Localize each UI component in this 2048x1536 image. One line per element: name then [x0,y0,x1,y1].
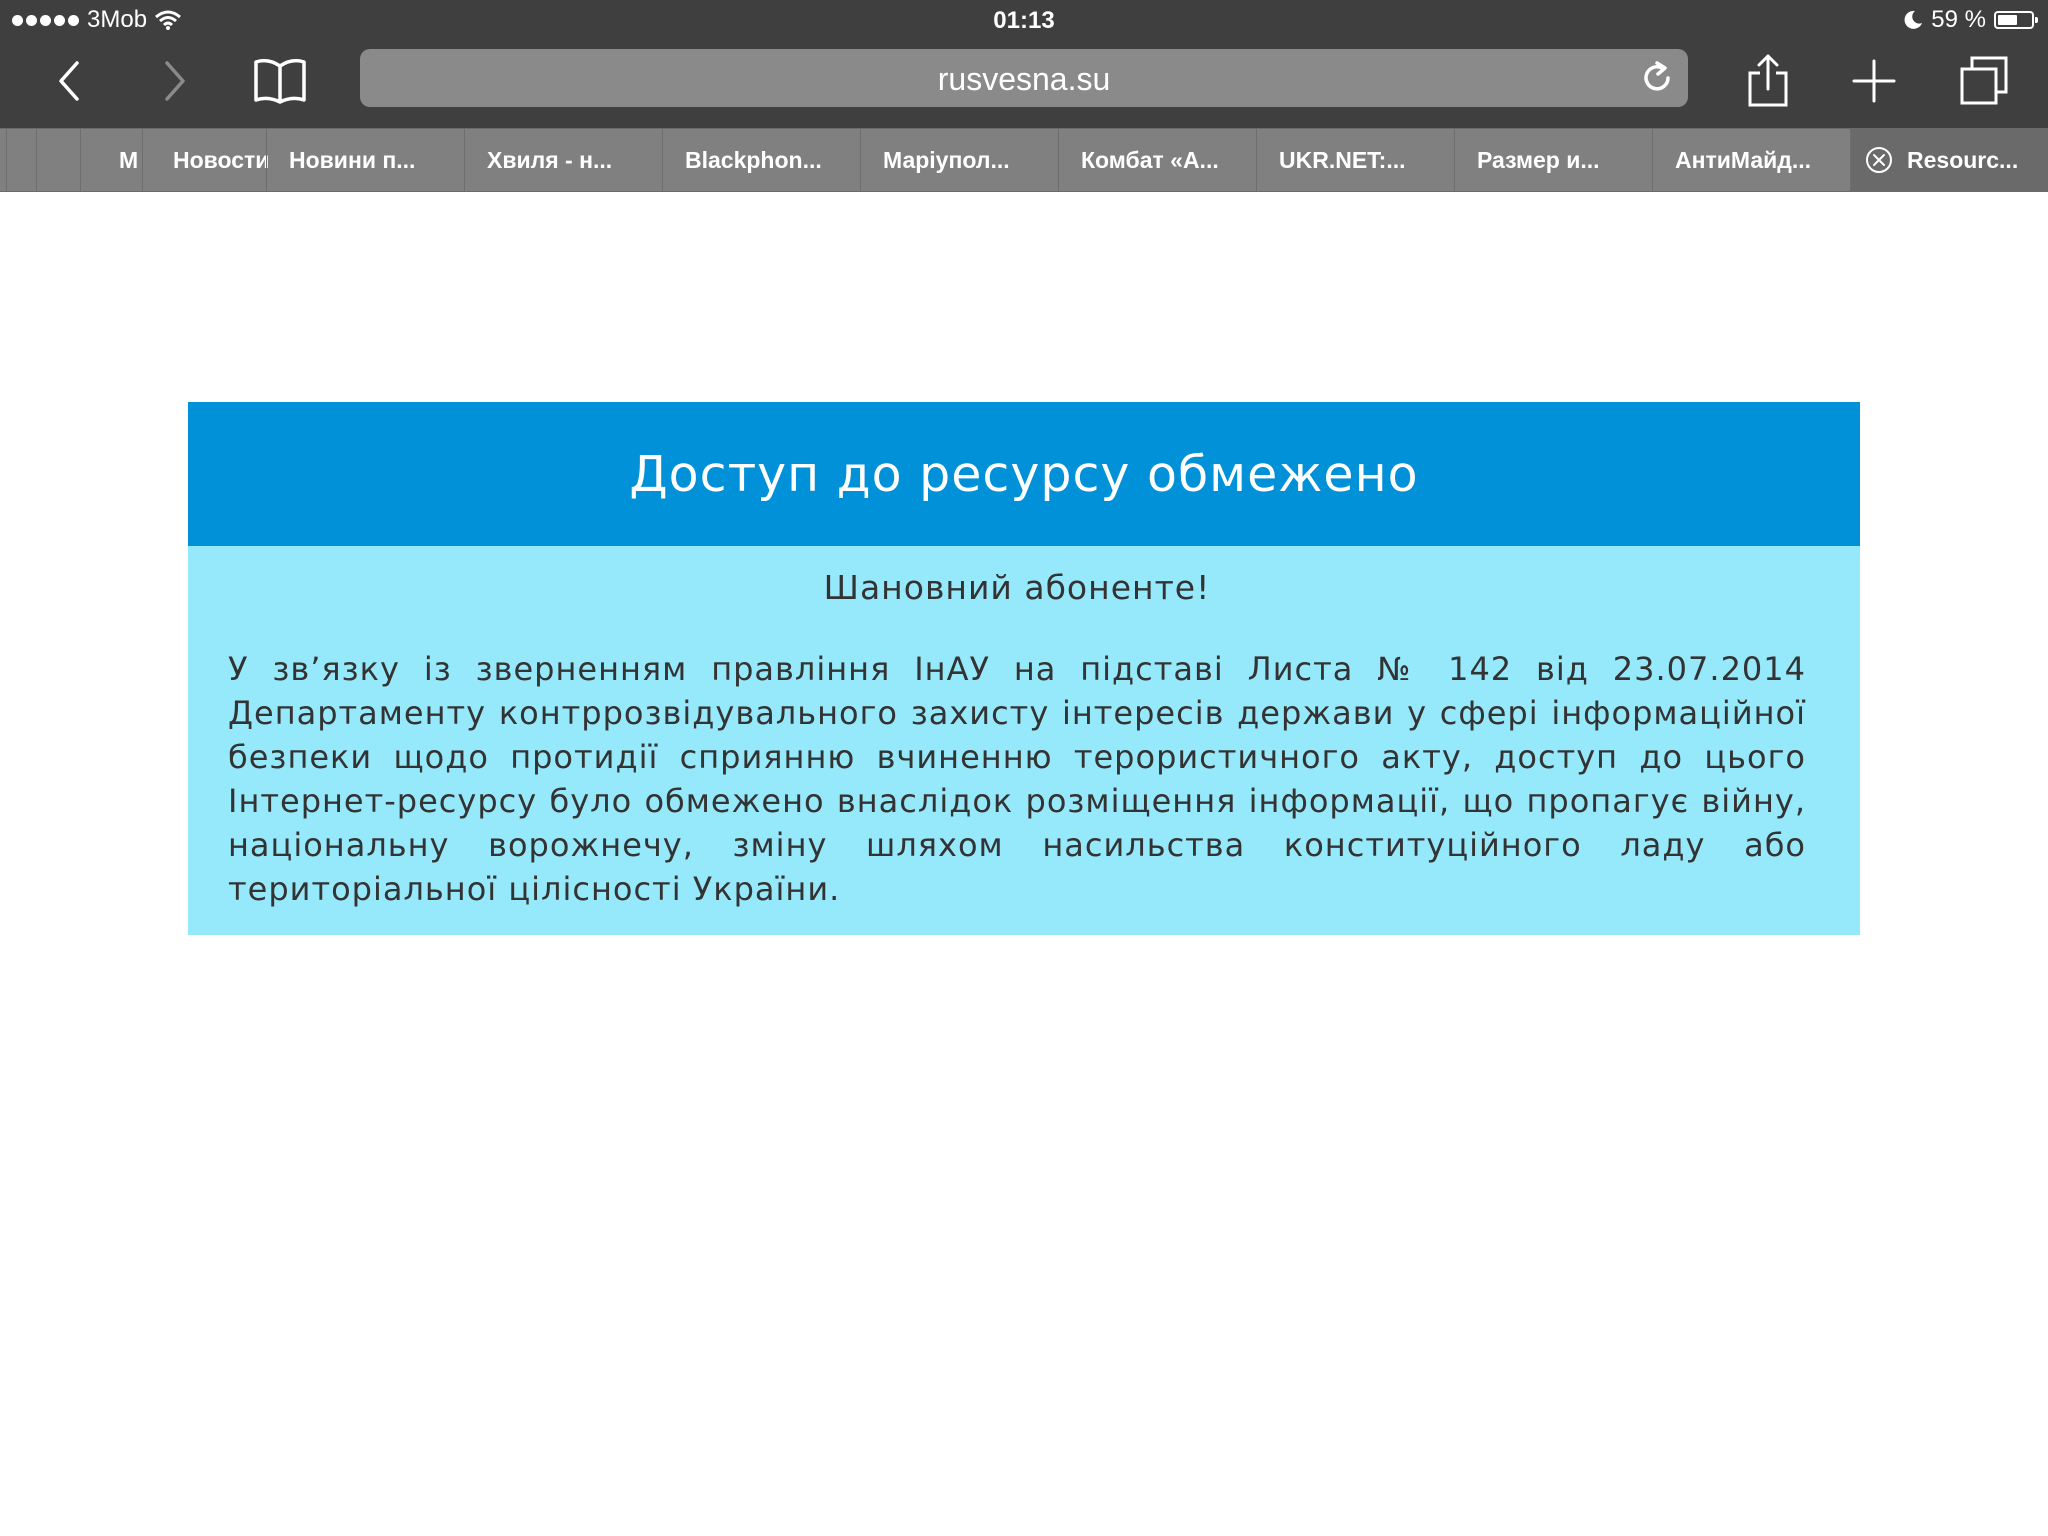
tab-stack-edge[interactable] [36,129,80,191]
tab-stack-edge[interactable] [6,129,36,191]
battery-level-fill [1998,15,2017,25]
tab-item-label: Resourc... [1907,147,2019,173]
browser-toolbar: rusvesna.su [0,40,2048,128]
tab-item[interactable]: Новости [142,129,268,191]
tab-item[interactable]: М [80,129,142,191]
bookmarks-icon [254,58,306,104]
tab-item[interactable]: Blackphon... [662,129,860,191]
tab-item[interactable]: АнтиМайд... [1652,129,1850,191]
battery-icon [1994,11,2038,29]
tab-item[interactable]: Новини п... [266,129,464,191]
tab-item-active[interactable]: Resourc... [1850,129,2048,191]
do-not-disturb-moon-icon [1904,10,1923,29]
access-restricted-notice: Доступ до ресурсу обмежено Шановний абон… [188,402,1860,935]
status-bar: 3Mob 01:13 59 % [0,0,2048,40]
tab-item[interactable]: Комбат «А... [1058,129,1256,191]
tab-item[interactable]: Хвиля - н... [464,129,662,191]
reload-icon[interactable] [1640,61,1674,95]
tab-item[interactable]: Маріупол... [860,129,1058,191]
url-text[interactable]: rusvesna.su [360,61,1688,98]
wifi-icon [155,10,182,30]
forward-button[interactable] [138,48,210,114]
address-bar[interactable]: rusvesna.su [360,49,1688,107]
back-button[interactable] [34,48,106,114]
new-tab-icon [1852,59,1896,103]
tabs-icon [1960,56,2008,105]
back-icon [59,61,79,101]
close-tab-icon[interactable] [1865,146,1893,174]
tab-item[interactable]: UKR.NET:... [1256,129,1454,191]
notice-title: Доступ до ресурсу обмежено [188,402,1860,546]
share-icon [1748,54,1788,107]
forward-icon [165,61,185,101]
bookmarks-button[interactable] [244,48,316,114]
carrier-name: 3Mob [87,6,148,33]
new-tab-button[interactable] [1838,48,1910,114]
tab-item[interactable]: Размер и... [1454,129,1652,191]
tabs-overview-button[interactable] [1948,48,2020,114]
tabs-bar: М Новости Новини п... Хвиля - н... Black… [0,128,2048,192]
notice-greeting: Шановний абоненте! [823,568,1211,607]
clock: 01:13 [993,7,1055,34]
battery-percentage: 59 % [1931,6,1986,33]
notice-message: У зв’язку із зверненням правління ІнАУ н… [228,650,1806,908]
share-button[interactable] [1732,48,1804,114]
signal-strength-icon [12,14,79,26]
notice-body: Шановний абоненте! У зв’язку із зверненн… [188,546,1860,935]
